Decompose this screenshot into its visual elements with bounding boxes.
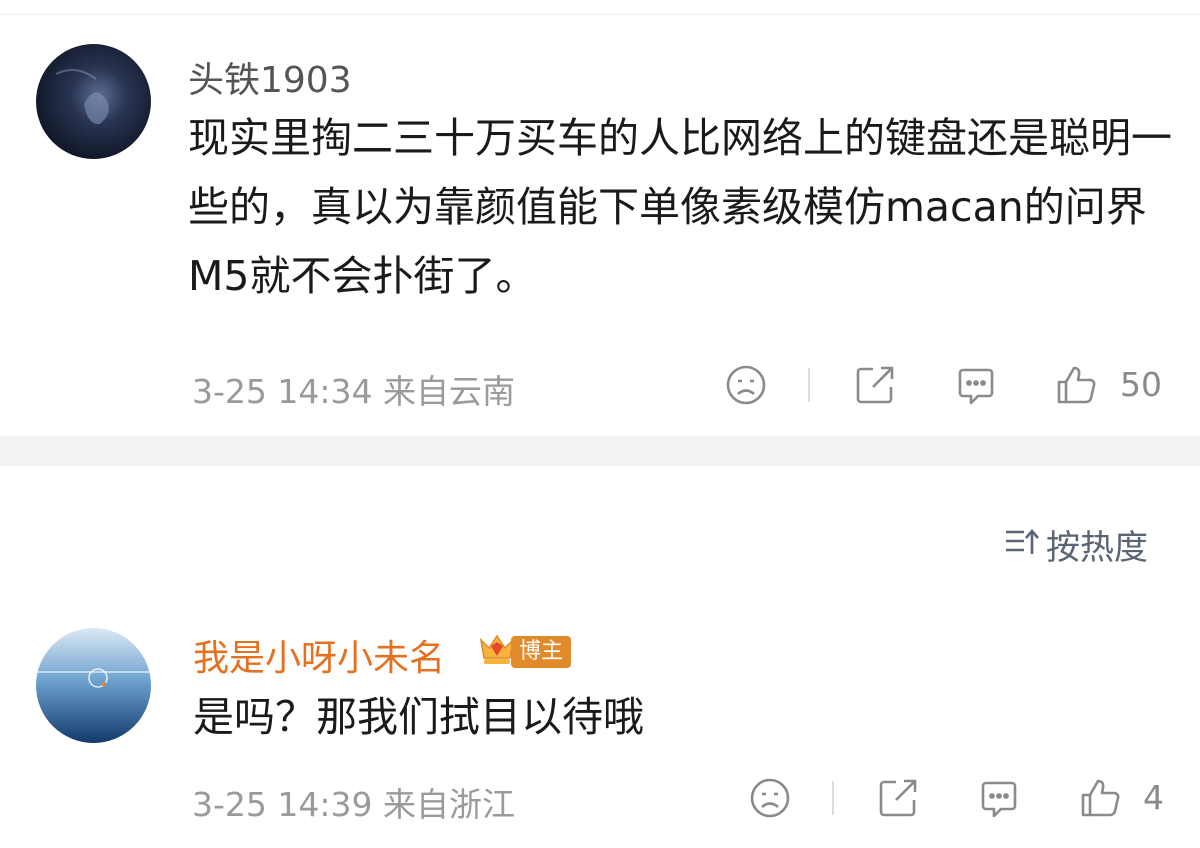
sort-by-heat-button[interactable]: 按热度 bbox=[1004, 524, 1148, 568]
vertical-divider bbox=[808, 368, 810, 402]
like-count: 4 bbox=[1143, 778, 1164, 817]
username[interactable]: 头铁1903 bbox=[188, 51, 352, 103]
blogger-badge: 博主 bbox=[477, 632, 572, 672]
top-divider bbox=[0, 14, 1200, 15]
thumbs-up-icon[interactable] bbox=[1079, 776, 1123, 820]
comment-meta: 3-25 14:34 来自云南 bbox=[192, 372, 515, 411]
badge-label: 博主 bbox=[511, 636, 572, 668]
vertical-divider bbox=[832, 781, 834, 815]
comment-text: 现实里掏二三十万买车的人比网络上的键盘还是聪明一些的，真以为靠颜值能下单像素级模… bbox=[188, 114, 1172, 300]
comment-text: 是吗？那我们拭目以待哦 bbox=[193, 693, 644, 741]
sad-face-icon[interactable] bbox=[724, 363, 768, 407]
share-icon[interactable] bbox=[853, 363, 897, 407]
sad-face-icon[interactable] bbox=[748, 776, 792, 820]
share-icon[interactable] bbox=[876, 776, 920, 820]
like-count: 50 bbox=[1120, 365, 1162, 404]
comment-meta: 3-25 14:39 来自浙江 bbox=[192, 785, 515, 824]
section-separator bbox=[0, 436, 1200, 466]
thumbs-up-icon[interactable] bbox=[1055, 363, 1099, 407]
avatar[interactable] bbox=[36, 44, 151, 159]
sort-label: 按热度 bbox=[1046, 527, 1148, 568]
comment-icon[interactable] bbox=[977, 777, 1021, 821]
sort-icon bbox=[1004, 526, 1040, 562]
username[interactable]: 我是小呀小未名 bbox=[193, 629, 445, 681]
avatar[interactable] bbox=[36, 628, 151, 743]
comment-icon[interactable] bbox=[954, 364, 998, 408]
